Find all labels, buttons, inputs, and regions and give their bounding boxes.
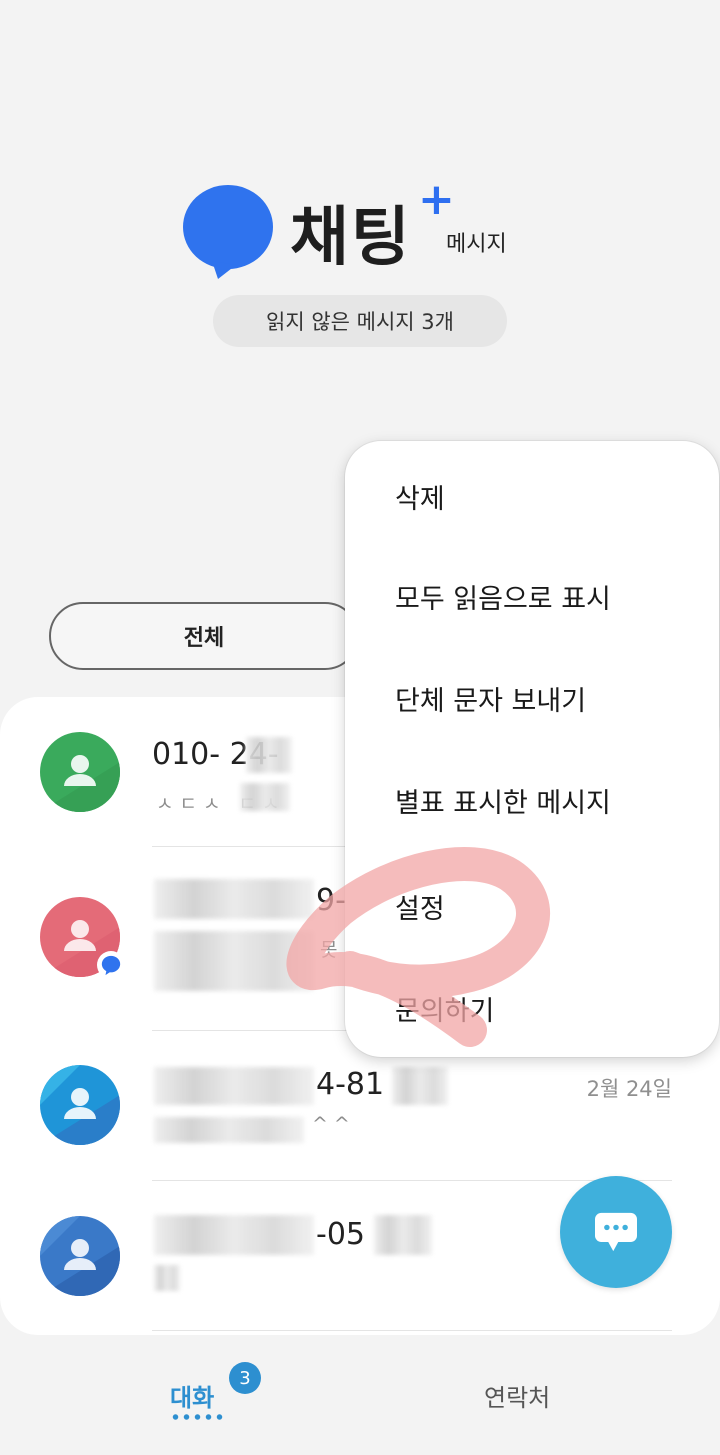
conversation-title: -05 (316, 1217, 365, 1252)
conversation-title: 4-81 (316, 1067, 385, 1102)
app-title-plus: + (418, 174, 455, 225)
menu-item-group-message[interactable]: 단체 문자 보내기 (395, 679, 586, 718)
redacted-block (154, 1117, 304, 1143)
contact-avatar (40, 1065, 120, 1145)
menu-item-mark-all-read[interactable]: 모두 읽음으로 표시 (395, 577, 611, 616)
filter-all-button[interactable]: 전체 (49, 602, 359, 670)
unread-indicator-icon (97, 951, 125, 979)
unread-summary-badge: 읽지 않은 메시지 3개 (213, 295, 507, 347)
chat-compose-icon (595, 1212, 637, 1252)
tab-badge: 3 (229, 1362, 261, 1394)
redacted-block (154, 879, 314, 919)
conversation-preview: ^^ (312, 1113, 356, 1135)
divider (152, 1330, 672, 1331)
redacted-block (154, 1067, 314, 1105)
redacted-block (246, 737, 292, 773)
conversation-preview: 못 (320, 939, 344, 961)
redacted-block (240, 783, 290, 811)
active-tab-indicator (170, 1414, 226, 1420)
overflow-menu: 삭제 모두 읽음으로 표시 단체 문자 보내기 별표 표시한 메시지 설정 문의… (345, 441, 719, 1057)
contact-avatar (40, 1216, 120, 1296)
redacted-block (374, 1215, 432, 1255)
redacted-block (154, 1215, 314, 1255)
menu-item-contact-us[interactable]: 문의하기 (395, 989, 494, 1028)
contact-avatar (40, 732, 120, 812)
conversation-date: 2월 24일 (586, 1077, 672, 1101)
redacted-block (154, 931, 314, 991)
conversation-title: 9- (316, 883, 346, 918)
app-subtitle: 메시지 (446, 232, 507, 257)
menu-item-settings[interactable]: 설정 (395, 887, 445, 926)
menu-item-starred-messages[interactable]: 별표 표시한 메시지 (395, 781, 611, 820)
redacted-block (392, 1067, 448, 1105)
tab-contacts[interactable]: 연락처 (484, 1378, 550, 1413)
redacted-block (154, 1265, 180, 1291)
menu-item-delete[interactable]: 삭제 (395, 477, 445, 516)
tab-conversations[interactable]: 대화 (170, 1378, 214, 1413)
app-title: 채팅 (290, 201, 412, 275)
app-logo-icon (182, 183, 274, 279)
compose-message-button[interactable] (560, 1176, 672, 1288)
